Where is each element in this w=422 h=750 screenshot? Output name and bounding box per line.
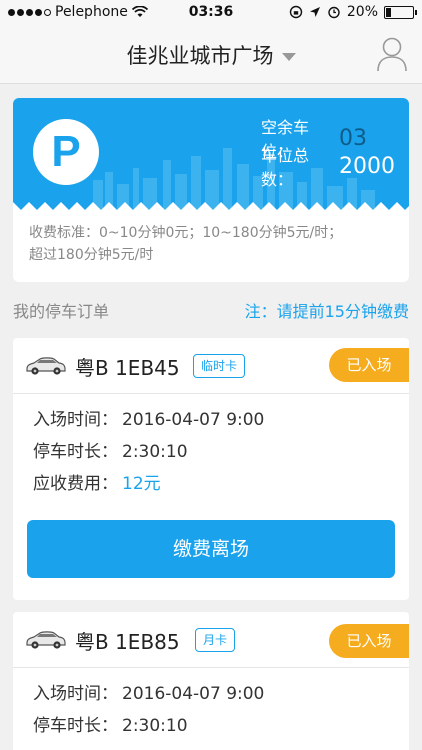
free-spaces-value: 03 bbox=[339, 125, 367, 151]
page-title: 佳兆业城市广场 bbox=[126, 44, 274, 68]
battery-percent: 20% bbox=[346, 4, 378, 20]
car-icon bbox=[26, 357, 66, 375]
fee-standard: 收费标准：0~10分钟0元；10~180分钟5元/时； 超过180分钟5元/时 bbox=[29, 222, 399, 266]
license-plate: 粤B 1EB85 bbox=[75, 630, 180, 654]
user-profile-icon[interactable] bbox=[376, 36, 408, 72]
duration-row: 停车时长： 2:30:10 bbox=[33, 436, 389, 468]
chevron-down-icon bbox=[281, 53, 296, 61]
license-plate: 粤B 1EB45 bbox=[75, 356, 180, 380]
entry-time-row: 入场时间： 2016-04-07 9:00 bbox=[33, 404, 389, 436]
parking-order-card[interactable]: 粤B 1EB85 月卡 已入场 入场时间： 2016-04-07 9:00 停车时… bbox=[13, 612, 409, 750]
duration-label: 停车时长： bbox=[33, 442, 118, 462]
order-details: 入场时间： 2016-04-07 9:00 停车时长： 2:30:10 应收费用： 1… bbox=[13, 394, 409, 500]
entry-time-label: 入场时间： bbox=[33, 410, 118, 430]
pay-and-exit-button[interactable]: 缴费离场 bbox=[27, 520, 395, 578]
entry-time-value: 2016-04-07 9:00 bbox=[122, 684, 265, 704]
battery-icon bbox=[384, 5, 417, 19]
status-badge: 已入场 bbox=[329, 348, 409, 382]
duration-value: 2:30:10 bbox=[122, 442, 188, 462]
orders-section-title: 我的停车订单 bbox=[13, 302, 110, 321]
car-icon bbox=[26, 631, 66, 649]
total-spaces-value: 2000 bbox=[339, 153, 395, 179]
parking-logo: P bbox=[33, 119, 99, 185]
parking-info-card: P 空余车位： 03 车位总数： 2000 收费标准：0~10分钟0元；10~1… bbox=[13, 98, 409, 282]
fee-row: 应收费用： 12元 bbox=[33, 468, 389, 500]
parking-banner: P 空余车位： 03 车位总数： 2000 bbox=[13, 98, 409, 210]
fee-value: 12元 bbox=[122, 474, 161, 494]
fee-line: 收费标准：0~10分钟0元；10~180分钟5元/时； bbox=[29, 225, 343, 241]
card-type-badge: 月卡 bbox=[195, 628, 236, 652]
status-bar: Pelephone 03:36 20% bbox=[0, 0, 422, 26]
space-stats: 空余车位： 03 车位总数： 2000 bbox=[261, 118, 395, 189]
orders-section-header: 我的停车订单 注：请提前15分钟缴费 bbox=[13, 298, 409, 322]
total-spaces-label: 车位总数： bbox=[261, 146, 310, 189]
fee-label: 应收费用： bbox=[33, 474, 118, 494]
alarm-icon bbox=[328, 6, 340, 19]
duration-value: 2:30:10 bbox=[122, 716, 188, 736]
order-header: 粤B 1EB45 临时卡 已入场 bbox=[13, 338, 409, 394]
order-header: 粤B 1EB85 月卡 已入场 bbox=[13, 612, 409, 668]
entry-time-row: 入场时间： 2016-04-07 9:00 bbox=[33, 678, 389, 710]
status-badge: 已入场 bbox=[329, 624, 409, 658]
entry-time-label: 入场时间： bbox=[33, 684, 118, 704]
entry-time-value: 2016-04-07 9:00 bbox=[122, 410, 265, 430]
payment-notice: 注：请提前15分钟缴费 bbox=[244, 302, 409, 321]
order-details: 入场时间： 2016-04-07 9:00 停车时长： 2:30:10 bbox=[13, 668, 409, 742]
parking-order-card[interactable]: 粤B 1EB45 临时卡 已入场 入场时间： 2016-04-07 9:00 停车… bbox=[13, 338, 409, 600]
status-right: 20% bbox=[289, 4, 417, 20]
duration-row: 停车时长： 2:30:10 bbox=[33, 710, 389, 742]
mall-selector[interactable]: 佳兆业城市广场 bbox=[0, 40, 422, 70]
fee-line: 超过180分钟5元/时 bbox=[29, 247, 154, 263]
rotation-lock-icon bbox=[289, 5, 303, 19]
nav-bar: 佳兆业城市广场 bbox=[0, 26, 422, 84]
location-icon bbox=[309, 7, 320, 17]
card-type-badge: 临时卡 bbox=[193, 354, 246, 378]
duration-label: 停车时长： bbox=[33, 716, 118, 736]
